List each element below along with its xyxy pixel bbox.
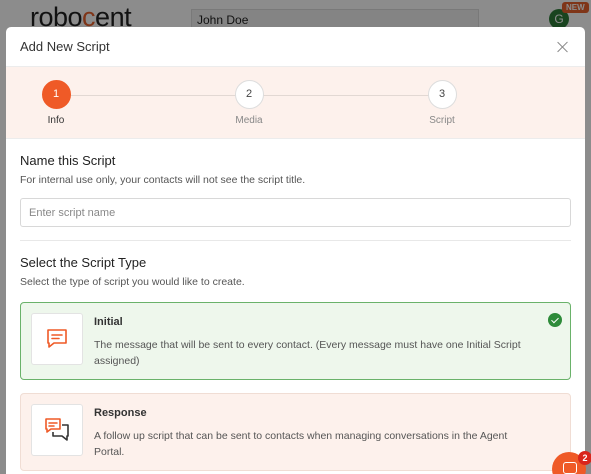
step-number: 1 [41,80,71,109]
name-section-description: For internal use only, your contacts wil… [20,174,306,186]
section-divider [20,240,571,241]
option-description: The message that will be sent to every c… [94,339,521,367]
script-name-input[interactable] [20,198,571,227]
chat-badge: 2 [578,451,591,465]
step-script[interactable]: 3 Script [412,80,472,126]
close-icon[interactable] [555,39,571,55]
chat-single-icon [31,313,83,365]
option-title: Response [94,407,147,419]
option-title: Initial [94,316,123,328]
add-script-modal: Add New Script 1 Info 2 Media 3 Script N… [6,27,585,474]
chat-double-icon [31,404,83,456]
script-type-initial[interactable]: Initial The message that will be sent to… [20,302,571,380]
type-section: Select the Script Type Select the type o… [6,255,585,288]
type-section-title: Select the Script Type [20,255,147,270]
name-section: Name this Script For internal use only, … [6,153,585,227]
step-label: Script [429,115,455,126]
step-number: 3 [427,80,457,109]
modal-header: Add New Script [6,27,585,67]
option-description: A follow up script that can be sent to c… [94,430,508,458]
step-label: Info [47,115,65,126]
stepper: 1 Info 2 Media 3 Script [6,67,585,139]
step-label: Media [235,115,263,126]
step-info[interactable]: 1 Info [26,80,86,126]
script-type-response[interactable]: Response A follow up script that can be … [20,393,571,471]
name-section-title: Name this Script [20,153,116,168]
type-section-description: Select the type of script you would like… [20,276,245,288]
step-media[interactable]: 2 Media [219,80,279,126]
check-circle-icon [548,313,562,327]
step-number: 2 [234,80,264,109]
modal-title: Add New Script [20,39,110,54]
